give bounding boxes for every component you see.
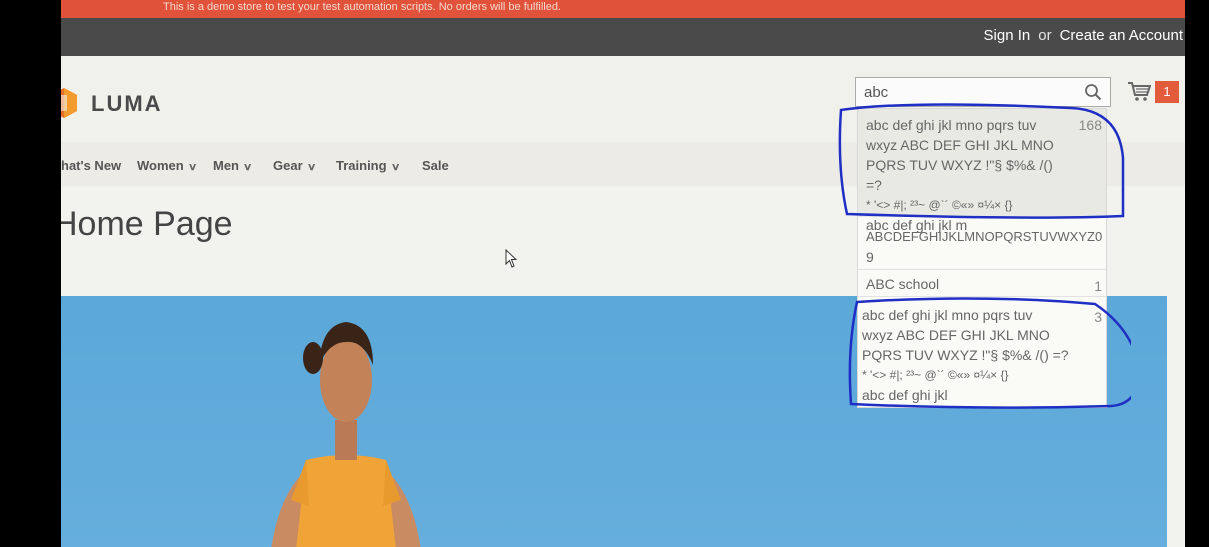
suggestion-line: ABC school [866,276,940,292]
nav-item-women[interactable]: Women ∨ [137,158,198,173]
search-input[interactable] [856,78,1074,106]
suggestion-line: ABCDEFGHIJKLMNOPQRSTUVWXYZ0 [866,229,1103,244]
luma-logo-icon[interactable] [61,86,81,120]
suggestion-item[interactable]: ABCDEFGHIJKLMNOPQRSTUVWXYZ0 9 [858,223,1106,267]
suggestion-count: 1 [1094,278,1102,294]
chevron-down-icon: ∨ [306,162,317,173]
nav-item-label: Women [137,158,184,173]
nav-item-label: Sale [422,158,449,173]
suggestion-item[interactable]: abc def ghi jkl mno pqrs tuv wxyz ABC DE… [858,109,1106,233]
nav-item-whats-new[interactable]: hat's New [61,158,121,173]
model-image [271,322,421,547]
sign-in-link[interactable]: Sign In [984,27,1031,44]
suggestion-item[interactable]: abc def ghi jkl mno pqrs tuv wxyz ABC DE… [858,303,1106,407]
suggestion-line: PQRS TUV WXYZ !"§ $%& /() =? [866,157,1053,193]
nav-item-gear[interactable]: Gear ∨ [273,158,317,173]
create-account-link[interactable]: Create an Account [1060,27,1183,44]
chevron-down-icon: ∨ [390,162,400,173]
mouse-cursor-icon [505,249,518,268]
search-icon[interactable] [1084,83,1102,101]
suggestion-count: 3 [1094,309,1102,325]
suggestion-line: * '<> #|; ²³~ @`´ ©«» ¤¼× {} [862,368,1009,382]
nav-item-label: Men [213,158,239,173]
nav-item-training[interactable]: Training ∨ [336,158,400,173]
top-bar: Sign In or Create an Account [61,18,1185,56]
suggestion-line: * '<> #|; ²³~ @`´ ©«» ¤¼× {} [866,198,1013,212]
suggestion-line: abc def ghi jkl mno pqrs tuv [866,117,1037,133]
nav-item-label: Gear [273,158,303,173]
nav-item-label: hat's New [61,158,122,173]
suggestion-item[interactable]: ABC school 1 [858,269,1106,297]
nav-item-men[interactable]: Men ∨ [213,158,253,173]
chevron-down-icon: ∨ [187,162,198,173]
search-box[interactable] [855,77,1111,107]
header-links: Sign In or Create an Account [984,27,1183,44]
suggestion-line: PQRS TUV WXYZ !"§ $%& /() =? [862,347,1069,363]
screen: This is a demo store to test your test a… [61,0,1185,547]
search-autocomplete: abc def ghi jkl mno pqrs tuv wxyz ABC DE… [857,108,1107,408]
suggestion-line: 9 [866,249,874,265]
demo-notice-bar: This is a demo store to test your test a… [61,0,1185,18]
suggestion-line: abc def ghi jkl mno pqrs tuv [862,307,1033,323]
chevron-down-icon: ∨ [242,162,253,173]
cart-count-badge[interactable]: 1 [1155,81,1179,103]
cart-icon[interactable] [1127,80,1151,102]
logo-text[interactable]: LUMA [91,91,163,117]
suggestion-line: abc def ghi jkl [862,387,948,403]
suggestion-line: wxyz ABC DEF GHI JKL MNO [862,327,1050,343]
suggestion-line: wxyz ABC DEF GHI JKL MNO [866,137,1054,153]
nav-item-sale[interactable]: Sale [422,158,449,173]
demo-notice-text: This is a demo store to test your test a… [163,1,561,13]
suggestion-count: 168 [1078,117,1102,133]
page-title: Home Page [61,205,233,243]
or-separator: or [1038,27,1052,44]
nav-item-label: Training [336,158,387,173]
